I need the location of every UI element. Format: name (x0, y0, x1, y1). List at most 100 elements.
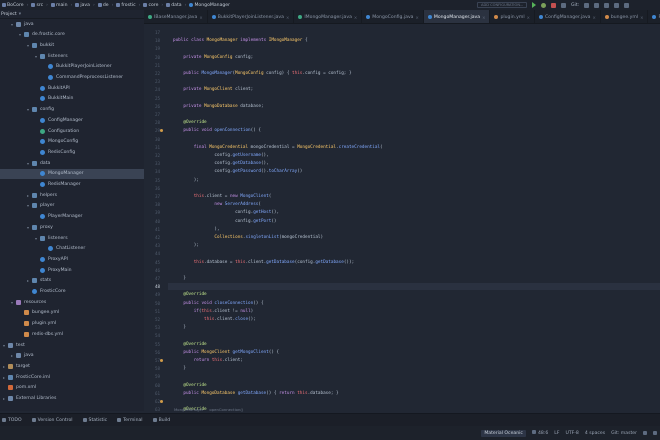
close-icon[interactable]: × (527, 15, 530, 20)
line-number[interactable]: 61 (146, 390, 160, 397)
line-number[interactable]: 38 (146, 201, 160, 208)
line-number[interactable]: 49 (146, 291, 160, 298)
project-tree[interactable]: ▾ java ▾ de.frostic.core ▾ bukkit ▾ listeners Bu… (0, 19, 144, 411)
override-marker-icon[interactable] (160, 400, 163, 403)
nav-crumb[interactable]: core (143, 3, 158, 8)
tree-item[interactable]: MongoConfig (0, 137, 144, 147)
caret-position[interactable]: 48:6 (531, 430, 548, 436)
settings-icon[interactable] (614, 2, 620, 8)
tree-item[interactable]: plugin.yml (0, 319, 144, 329)
chevron-down-icon[interactable]: ▾ (19, 12, 21, 17)
editor-tab[interactable]: bungee.yml × (601, 10, 649, 23)
editor-tab[interactable]: MongoManager.java × (423, 10, 491, 23)
line-number[interactable]: 31 (146, 144, 160, 151)
close-icon[interactable]: × (199, 15, 202, 20)
run-configuration-dropdown[interactable]: ADD CONFIGURATION... (477, 2, 527, 8)
line-number[interactable]: 36 (146, 185, 160, 192)
indent-setting[interactable]: 4 spaces (585, 431, 605, 436)
tree-item[interactable]: ▾ java (0, 19, 144, 29)
tree-item[interactable]: ▸ External Libraries (0, 394, 144, 404)
nav-crumb[interactable]: src (31, 3, 43, 8)
tree-item[interactable]: ▸ target (0, 361, 144, 371)
line-number[interactable]: 55 (146, 341, 160, 348)
line-number[interactable]: 29 (146, 127, 160, 134)
tree-item[interactable]: RedisConfig (0, 147, 144, 157)
line-number[interactable]: 53 (146, 324, 160, 331)
line-number[interactable]: 26 (146, 103, 160, 110)
editor-tab[interactable]: BukkitPlayerJoinListener.java × (208, 10, 295, 23)
line-number[interactable]: 43 (146, 242, 160, 249)
theme-indicator[interactable]: Material Oceanic (481, 429, 526, 437)
line-number[interactable]: 39 (146, 209, 160, 216)
nav-crumb[interactable]: BoCore (2, 3, 24, 8)
close-icon[interactable]: × (640, 15, 643, 20)
lock-icon[interactable] (643, 431, 647, 435)
line-number[interactable]: 27 (146, 111, 160, 118)
tree-item[interactable]: ▾ proxy (0, 222, 144, 232)
tree-item[interactable]: ▾ config (0, 105, 144, 115)
editor-tab[interactable]: plugin.yml × (490, 10, 535, 23)
line-number[interactable]: 33 (146, 160, 160, 167)
line-number[interactable]: 54 (146, 332, 160, 339)
tree-item[interactable]: CommandPreprocessListener (0, 73, 144, 83)
nav-crumb[interactable]: data (166, 3, 182, 8)
build-icon[interactable] (561, 2, 566, 8)
tree-item[interactable]: Configuration (0, 126, 144, 136)
tree-item[interactable]: PlayerManager (0, 212, 144, 222)
nav-crumb[interactable]: de (97, 3, 109, 8)
line-number[interactable]: 18 (146, 37, 160, 44)
tree-item[interactable]: ▸ helpers (0, 190, 144, 200)
tree-item[interactable]: ChatListener (0, 244, 144, 254)
line-number[interactable]: 17 (146, 29, 160, 36)
tree-item[interactable]: ▸ java (0, 351, 144, 361)
tree-item[interactable]: BukkitAPI (0, 83, 144, 93)
line-number[interactable]: 51 (146, 308, 160, 315)
close-icon[interactable]: × (482, 15, 485, 20)
tree-item[interactable]: ▾ listeners (0, 51, 144, 61)
nav-crumb[interactable]: frostic (116, 3, 136, 8)
line-number[interactable]: 28 (146, 119, 160, 126)
line-number[interactable]: 32 (146, 152, 160, 159)
tree-item[interactable]: ▸ stats (0, 276, 144, 286)
line-number[interactable]: 34 (146, 168, 160, 175)
tree-item[interactable]: ConfigManager (0, 115, 144, 125)
tool-window-button[interactable]: Version Control (31, 418, 73, 423)
line-number[interactable]: 56 (146, 349, 160, 356)
line-number[interactable]: 58 (146, 365, 160, 372)
nav-crumb[interactable]: java (75, 3, 90, 8)
tree-item[interactable]: RedisManager (0, 180, 144, 190)
line-number[interactable]: 40 (146, 218, 160, 225)
close-icon[interactable]: × (286, 15, 289, 20)
line-number[interactable]: 52 (146, 316, 160, 323)
close-icon[interactable]: × (416, 15, 419, 20)
tool-window-button[interactable]: Build (152, 418, 170, 423)
line-number[interactable]: 21 (146, 62, 160, 69)
line-number[interactable]: 45 (146, 259, 160, 266)
vcs-update-icon[interactable] (584, 2, 590, 8)
vcs-commit-icon[interactable] (594, 2, 600, 8)
project-panel-header[interactable]: Project ▾ (0, 10, 144, 19)
editor-tab[interactable]: MongoConfig.java × (362, 10, 424, 23)
search-icon[interactable] (624, 2, 630, 8)
line-number[interactable]: 22 (146, 70, 160, 77)
nav-crumb[interactable]: main (51, 3, 68, 8)
debug-icon[interactable] (541, 2, 546, 8)
history-icon[interactable] (604, 2, 610, 8)
tree-item[interactable]: ProxyMain (0, 265, 144, 275)
tree-item[interactable]: ProxyAPI (0, 254, 144, 264)
line-separator[interactable]: LF (554, 431, 559, 436)
tool-window-button[interactable]: TODO (2, 418, 22, 423)
line-number[interactable]: 48 (146, 283, 160, 290)
tree-item[interactable]: ▾ bukkit (0, 40, 144, 50)
tree-item[interactable]: pom.xml (0, 383, 144, 393)
run-icon[interactable] (532, 2, 536, 8)
line-number[interactable]: 59 (146, 373, 160, 380)
tree-item[interactable]: BukkitMain (0, 94, 144, 104)
line-number[interactable]: 47 (146, 275, 160, 282)
close-icon[interactable]: × (354, 15, 357, 20)
tool-window-button[interactable]: Terminal (117, 418, 143, 423)
line-number[interactable]: 35 (146, 177, 160, 184)
line-number[interactable]: 24 (146, 86, 160, 93)
editor-tab[interactable]: IBaseManager.java × (144, 10, 208, 23)
close-icon[interactable]: × (593, 15, 596, 20)
